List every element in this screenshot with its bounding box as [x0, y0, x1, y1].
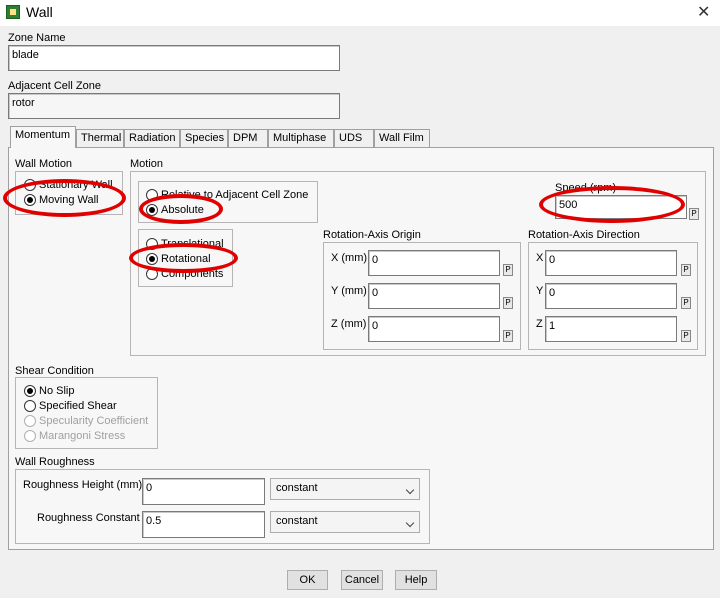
origin-x-label: X (mm) — [331, 252, 368, 264]
wall-roughness-label: Wall Roughness — [15, 456, 95, 468]
translational-radio[interactable] — [146, 238, 158, 250]
tab-thermal[interactable]: Thermal — [76, 129, 124, 147]
cancel-button[interactable]: Cancel — [341, 570, 383, 590]
tab-dpm[interactable]: DPM — [228, 129, 268, 147]
roughness-constant-label: Roughness Constant — [37, 512, 140, 524]
rotation-axis-origin-label: Rotation-Axis Origin — [323, 229, 421, 241]
adjacent-cell-zone-field: rotor — [8, 93, 340, 119]
rotation-axis-direction-label: Rotation-Axis Direction — [528, 229, 640, 241]
specified-shear-radio[interactable] — [24, 400, 36, 412]
marangoni-stress-radio — [24, 430, 36, 442]
roughness-constant-method-value: constant — [276, 515, 318, 527]
close-icon[interactable]: ✕ — [697, 2, 710, 22]
origin-z-parameter-button[interactable]: P — [503, 330, 513, 342]
stationary-wall-label: Stationary Wall — [39, 179, 113, 191]
wall-motion-group — [15, 171, 123, 215]
direction-y-parameter-button[interactable]: P — [681, 297, 691, 309]
components-radio[interactable] — [146, 268, 158, 280]
shear-condition-label: Shear Condition — [15, 365, 94, 377]
direction-x-label: X — [536, 252, 544, 264]
roughness-height-input[interactable]: 0 — [142, 478, 265, 505]
absolute-radio[interactable] — [146, 204, 158, 216]
no-slip-radio[interactable] — [24, 385, 36, 397]
relative-radio[interactable] — [146, 189, 158, 201]
direction-x-parameter-button[interactable]: P — [681, 264, 691, 276]
roughness-height-label: Roughness Height (mm) — [23, 479, 143, 491]
motion-label: Motion — [130, 158, 164, 170]
stationary-wall-radio[interactable] — [24, 179, 36, 191]
origin-y-parameter-button[interactable]: P — [503, 297, 513, 309]
window-title: Wall — [26, 4, 53, 20]
roughness-height-method-select[interactable]: constant — [270, 478, 420, 500]
direction-z-input[interactable]: 1 — [545, 316, 677, 342]
chevron-down-icon — [405, 485, 415, 495]
roughness-constant-method-select[interactable]: constant — [270, 511, 420, 533]
direction-z-label: Z — [536, 318, 543, 330]
zone-name-label: Zone Name — [8, 32, 66, 44]
components-label: Components — [161, 268, 224, 280]
speed-parameter-button[interactable]: P — [689, 208, 699, 220]
rotational-label: Rotational — [161, 253, 211, 265]
direction-z-parameter-button[interactable]: P — [681, 330, 691, 342]
motion-reference-group — [138, 181, 318, 223]
direction-y-label: Y — [536, 285, 544, 297]
speed-label: Speed (rpm) — [555, 182, 617, 194]
tab-multiphase[interactable]: Multiphase — [268, 129, 334, 147]
origin-z-label: Z (mm) — [331, 318, 367, 330]
origin-y-input[interactable]: 0 — [368, 283, 500, 309]
roughness-constant-input[interactable]: 0.5 — [142, 511, 265, 538]
ok-button[interactable]: OK — [287, 570, 328, 590]
specified-shear-label: Specified Shear — [39, 400, 117, 412]
specularity-coefficient-label: Specularity Coefficient — [39, 415, 149, 427]
marangoni-stress-label: Marangoni Stress — [39, 430, 126, 442]
rotational-radio[interactable] — [146, 253, 158, 265]
relative-label: Relative to Adjacent Cell Zone — [161, 189, 309, 201]
moving-wall-label: Moving Wall — [39, 194, 99, 206]
direction-x-input[interactable]: 0 — [545, 250, 677, 276]
tab-momentum[interactable]: Momentum — [10, 126, 76, 148]
translational-label: Translational — [161, 238, 224, 250]
absolute-label: Absolute — [161, 204, 204, 216]
adjacent-cell-zone-label: Adjacent Cell Zone — [8, 80, 101, 92]
zone-name-input[interactable]: blade — [8, 45, 340, 71]
no-slip-label: No Slip — [39, 385, 75, 397]
wall-motion-label: Wall Motion — [15, 158, 73, 170]
tab-wall-film[interactable]: Wall Film — [374, 129, 430, 147]
tab-radiation[interactable]: Radiation — [124, 129, 180, 147]
chevron-down-icon — [405, 518, 415, 528]
moving-wall-radio[interactable] — [24, 194, 36, 206]
specularity-coefficient-radio — [24, 415, 36, 427]
title-bar: Wall ✕ — [0, 0, 720, 26]
origin-x-parameter-button[interactable]: P — [503, 264, 513, 276]
origin-z-input[interactable]: 0 — [368, 316, 500, 342]
tab-species[interactable]: Species — [180, 129, 228, 147]
help-button[interactable]: Help — [395, 570, 437, 590]
tab-uds[interactable]: UDS — [334, 129, 374, 147]
direction-y-input[interactable]: 0 — [545, 283, 677, 309]
roughness-height-method-value: constant — [276, 482, 318, 494]
origin-x-input[interactable]: 0 — [368, 250, 500, 276]
fluent-app-icon — [6, 5, 20, 19]
origin-y-label: Y (mm) — [331, 285, 367, 297]
speed-input[interactable]: 500 — [555, 195, 687, 219]
